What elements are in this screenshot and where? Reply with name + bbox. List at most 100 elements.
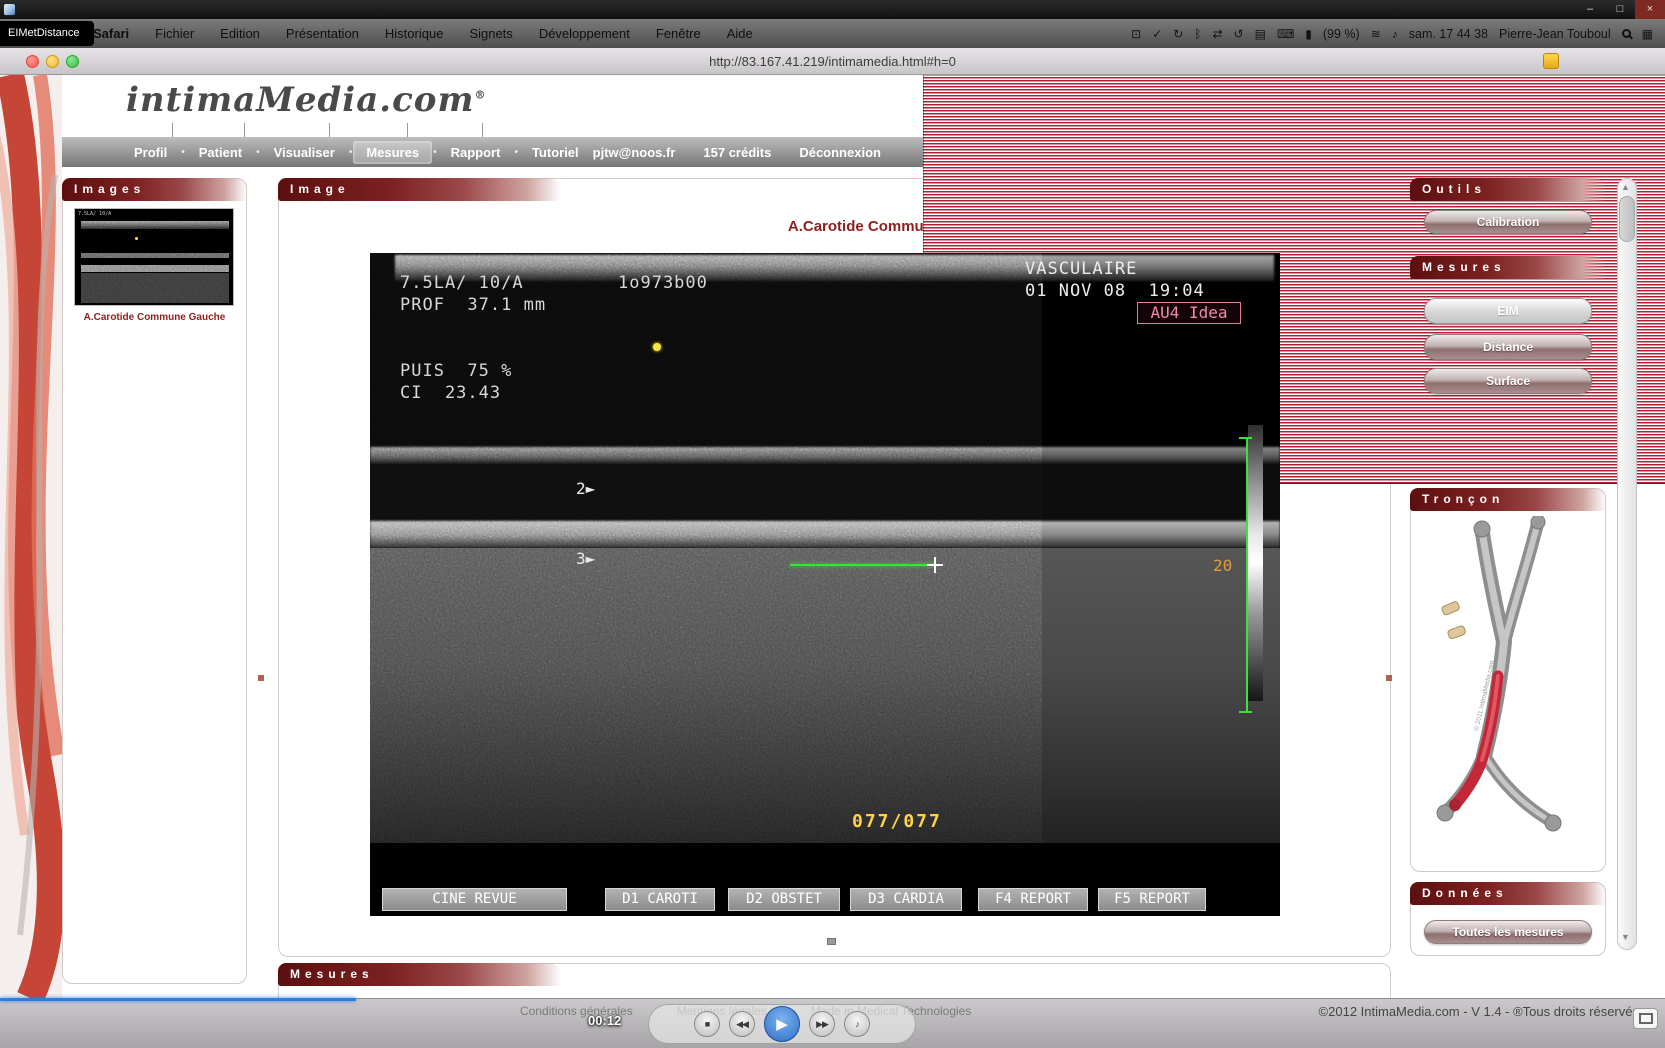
grid-icon[interactable]: ▦ <box>1642 27 1653 41</box>
check-icon[interactable]: ✓ <box>1152 27 1162 41</box>
notification-badge-icon <box>1543 53 1559 69</box>
site-logo[interactable]: intimaMedia.com® <box>126 80 486 120</box>
panel-resize-dot <box>258 675 264 681</box>
nav-item-rapport[interactable]: Rapport <box>438 141 514 164</box>
rewind-button[interactable]: ◀◀ <box>729 1011 755 1037</box>
f4-report-key: F4 REPORT <box>978 888 1088 911</box>
address-bar[interactable]: http://83.167.41.219/intimamedia.html#h=… <box>0 48 1665 75</box>
menubar-status-area: ⊡ ✓ ↻ ᛒ ⇄ ↺ ▤ ⌨ ▮ (99 %) ≋ ♪ sam. 17 44 … <box>1131 27 1665 41</box>
probe-setting: 7.5LA/ 10/A <box>400 273 524 293</box>
exam-mode: VASCULAIRE <box>1025 259 1137 279</box>
bluetooth-icon[interactable]: ᛒ <box>1194 27 1201 41</box>
decorative-swirl <box>0 75 62 998</box>
battery-icon[interactable]: ▮ <box>1305 27 1312 41</box>
account-email: pjtw@noos.fr <box>593 145 676 160</box>
menu-presentation[interactable]: Présentation <box>273 26 372 41</box>
scroll-down-arrow-icon[interactable]: ▼ <box>1621 932 1630 942</box>
window-maximize-button[interactable]: □ <box>1605 0 1635 19</box>
airport-icon[interactable]: ⇄ <box>1212 27 1222 41</box>
menu-developpement[interactable]: Développement <box>526 26 643 41</box>
image-panel-header: Image <box>278 178 561 201</box>
thumb-speckle <box>75 209 234 306</box>
menu-fichier[interactable]: Fichier <box>142 26 207 41</box>
nav-divider-tick <box>172 123 173 137</box>
eim-button[interactable]: EIM <box>1424 298 1592 324</box>
ultrasound-image[interactable]: 7.5LA/ 10/A PROF 37.1 mm 1o973b00 VASCUL… <box>370 253 1280 916</box>
scroll-up-arrow-icon[interactable]: ▲ <box>1621 182 1630 192</box>
nav-item-mesures[interactable]: Mesures <box>353 141 432 164</box>
nav-separator: • <box>349 147 353 158</box>
donnees-panel-header: Données <box>1410 882 1606 905</box>
screen-share-icon[interactable]: ⊡ <box>1131 27 1141 41</box>
keyboard-icon[interactable]: ⌨ <box>1277 27 1294 41</box>
play-button[interactable]: ▶ <box>764 1006 800 1042</box>
nav-separator: • <box>256 147 260 158</box>
panel-resize-dot <box>1386 675 1392 681</box>
player-controls: ■ ◀◀ ▶ ▶▶ ♪ <box>648 1004 916 1044</box>
menubar-menus: Safari Fichier Edition Présentation Hist… <box>0 26 766 41</box>
depth-readout: PROF 37.1 mm <box>400 295 546 315</box>
nav-separator: • <box>514 147 518 158</box>
bottom-mesures-header: Mesures <box>278 963 561 986</box>
page-scrollbar[interactable] <box>1617 178 1637 950</box>
scrollbar-thumb[interactable] <box>1619 196 1635 242</box>
nav-divider-tick <box>329 123 330 137</box>
menubar-user[interactable]: Pierre-Jean Touboul <box>1499 27 1611 41</box>
echo-region <box>370 253 1042 843</box>
window-minimize-button[interactable]: – <box>1575 0 1605 19</box>
recording-label: EIMetDistance <box>0 21 94 46</box>
time-machine-icon[interactable]: ↺ <box>1234 27 1244 41</box>
calibration-button[interactable]: Calibration <box>1424 210 1592 234</box>
artery-diagram[interactable]: © 2011 IntimaMedia.com <box>1420 516 1596 864</box>
marker-3: 3► <box>576 549 595 568</box>
volume-icon[interactable]: ♪ <box>1392 27 1398 41</box>
all-measures-button[interactable]: Toutes les mesures <box>1424 920 1592 944</box>
images-panel-header: Images <box>62 178 247 201</box>
app-icon <box>3 3 16 16</box>
menu-edition[interactable]: Edition <box>207 26 273 41</box>
window-titlebar <box>0 0 1665 19</box>
nav-item-profil[interactable]: Profil <box>121 141 180 164</box>
wifi-icon[interactable]: ≋ <box>1371 27 1381 41</box>
spotlight-icon[interactable] <box>1622 29 1631 38</box>
nav-item-visualiser[interactable]: Visualiser <box>261 141 348 164</box>
troncon-panel-header: Tronçon <box>1410 488 1606 511</box>
nav-items: Profil • Patient • Visualiser • Mesures … <box>62 141 593 164</box>
nav-item-patient[interactable]: Patient <box>186 141 255 164</box>
volume-button[interactable]: ♪ <box>844 1011 870 1037</box>
sync-icon[interactable]: ↻ <box>1173 27 1183 41</box>
nav-separator: • <box>433 147 437 158</box>
menu-signets[interactable]: Signets <box>456 26 525 41</box>
registered-mark: ® <box>474 89 486 102</box>
f5-report-key: F5 REPORT <box>1098 888 1206 911</box>
fullscreen-button[interactable] <box>1633 1008 1658 1029</box>
nav-divider-tick <box>244 123 245 137</box>
pager-dot[interactable] <box>827 938 836 945</box>
exam-datetime: 01 NOV 08 19:04 <box>1025 281 1205 301</box>
zoom-window-traffic-light[interactable] <box>66 55 79 68</box>
minimize-window-traffic-light[interactable] <box>46 55 59 68</box>
video-progress-bar[interactable] <box>0 998 356 1001</box>
logout-link[interactable]: Déconnexion <box>799 145 881 160</box>
thumb-overlay-text: 7.5LA/ 10/A <box>78 211 111 217</box>
d3-cardia-key: D3 CARDIA <box>850 888 962 911</box>
menu-aide[interactable]: Aide <box>714 26 766 41</box>
stop-button[interactable]: ■ <box>694 1011 720 1037</box>
displays-icon[interactable]: ▤ <box>1255 27 1266 41</box>
cursor-crosshair <box>927 564 943 566</box>
frame-counter: 077/077 <box>852 811 942 832</box>
menu-fenetre[interactable]: Fenêtre <box>643 26 714 41</box>
distance-button[interactable]: Distance <box>1424 334 1592 360</box>
menubar-clock[interactable]: sam. 17 44 38 <box>1409 27 1488 41</box>
image-thumbnail[interactable]: 7.5LA/ 10/A <box>74 208 234 306</box>
window-close-button[interactable]: × <box>1635 0 1665 19</box>
nav-item-tutoriel[interactable]: Tutoriel <box>519 141 592 164</box>
menu-historique[interactable]: Historique <box>372 26 457 41</box>
main-navbar: Profil • Patient • Visualiser • Mesures … <box>62 137 1609 167</box>
surface-button[interactable]: Surface <box>1424 368 1592 394</box>
measurement-line[interactable] <box>790 564 936 566</box>
close-window-traffic-light[interactable] <box>26 55 39 68</box>
credits-count: 157 crédits <box>703 145 771 160</box>
ruler-tick <box>1239 711 1252 713</box>
fast-forward-button[interactable]: ▶▶ <box>809 1011 835 1037</box>
